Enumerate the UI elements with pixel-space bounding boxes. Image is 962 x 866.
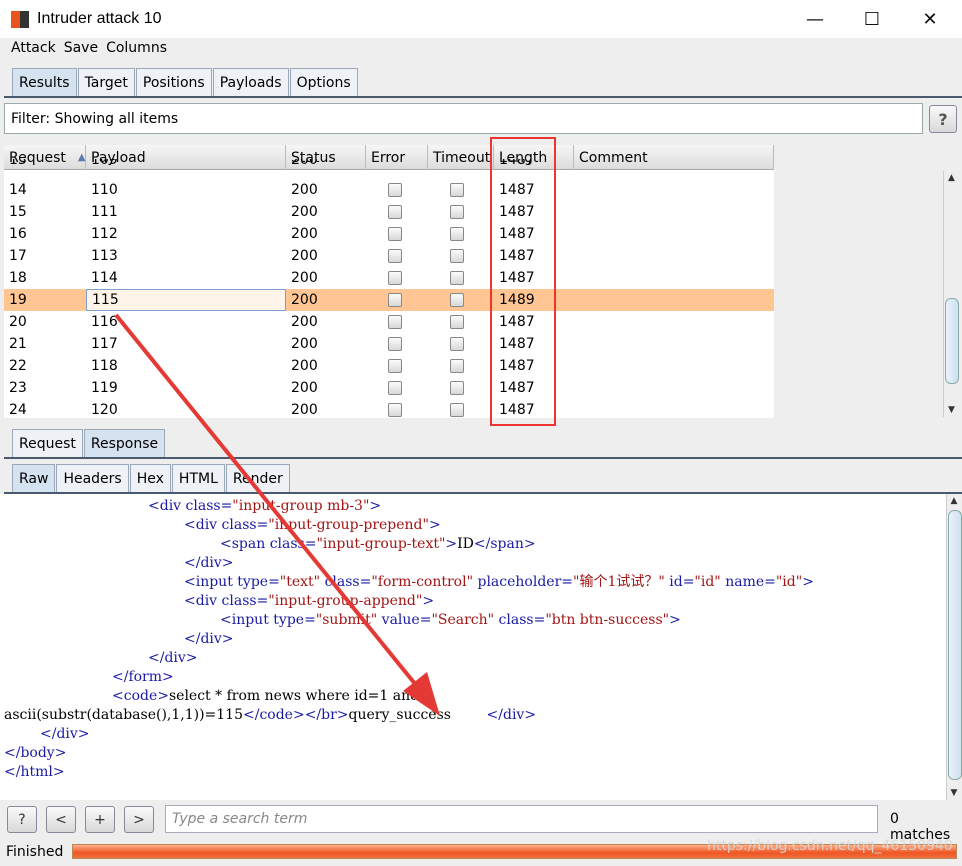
search-input[interactable]: Type a search term	[165, 805, 878, 833]
watermark: https://blog.csdn.net/qq_46150940	[707, 838, 953, 854]
search-bar: ? < + > Type a search term 0 matches	[0, 803, 962, 843]
next-match-button[interactable]: >	[124, 806, 154, 833]
annotation-arrow	[114, 313, 440, 716]
search-help-button[interactable]: ?	[7, 806, 37, 833]
status-text: Finished	[6, 844, 64, 860]
add-button[interactable]: +	[85, 806, 115, 833]
prev-match-button[interactable]: <	[46, 806, 76, 833]
